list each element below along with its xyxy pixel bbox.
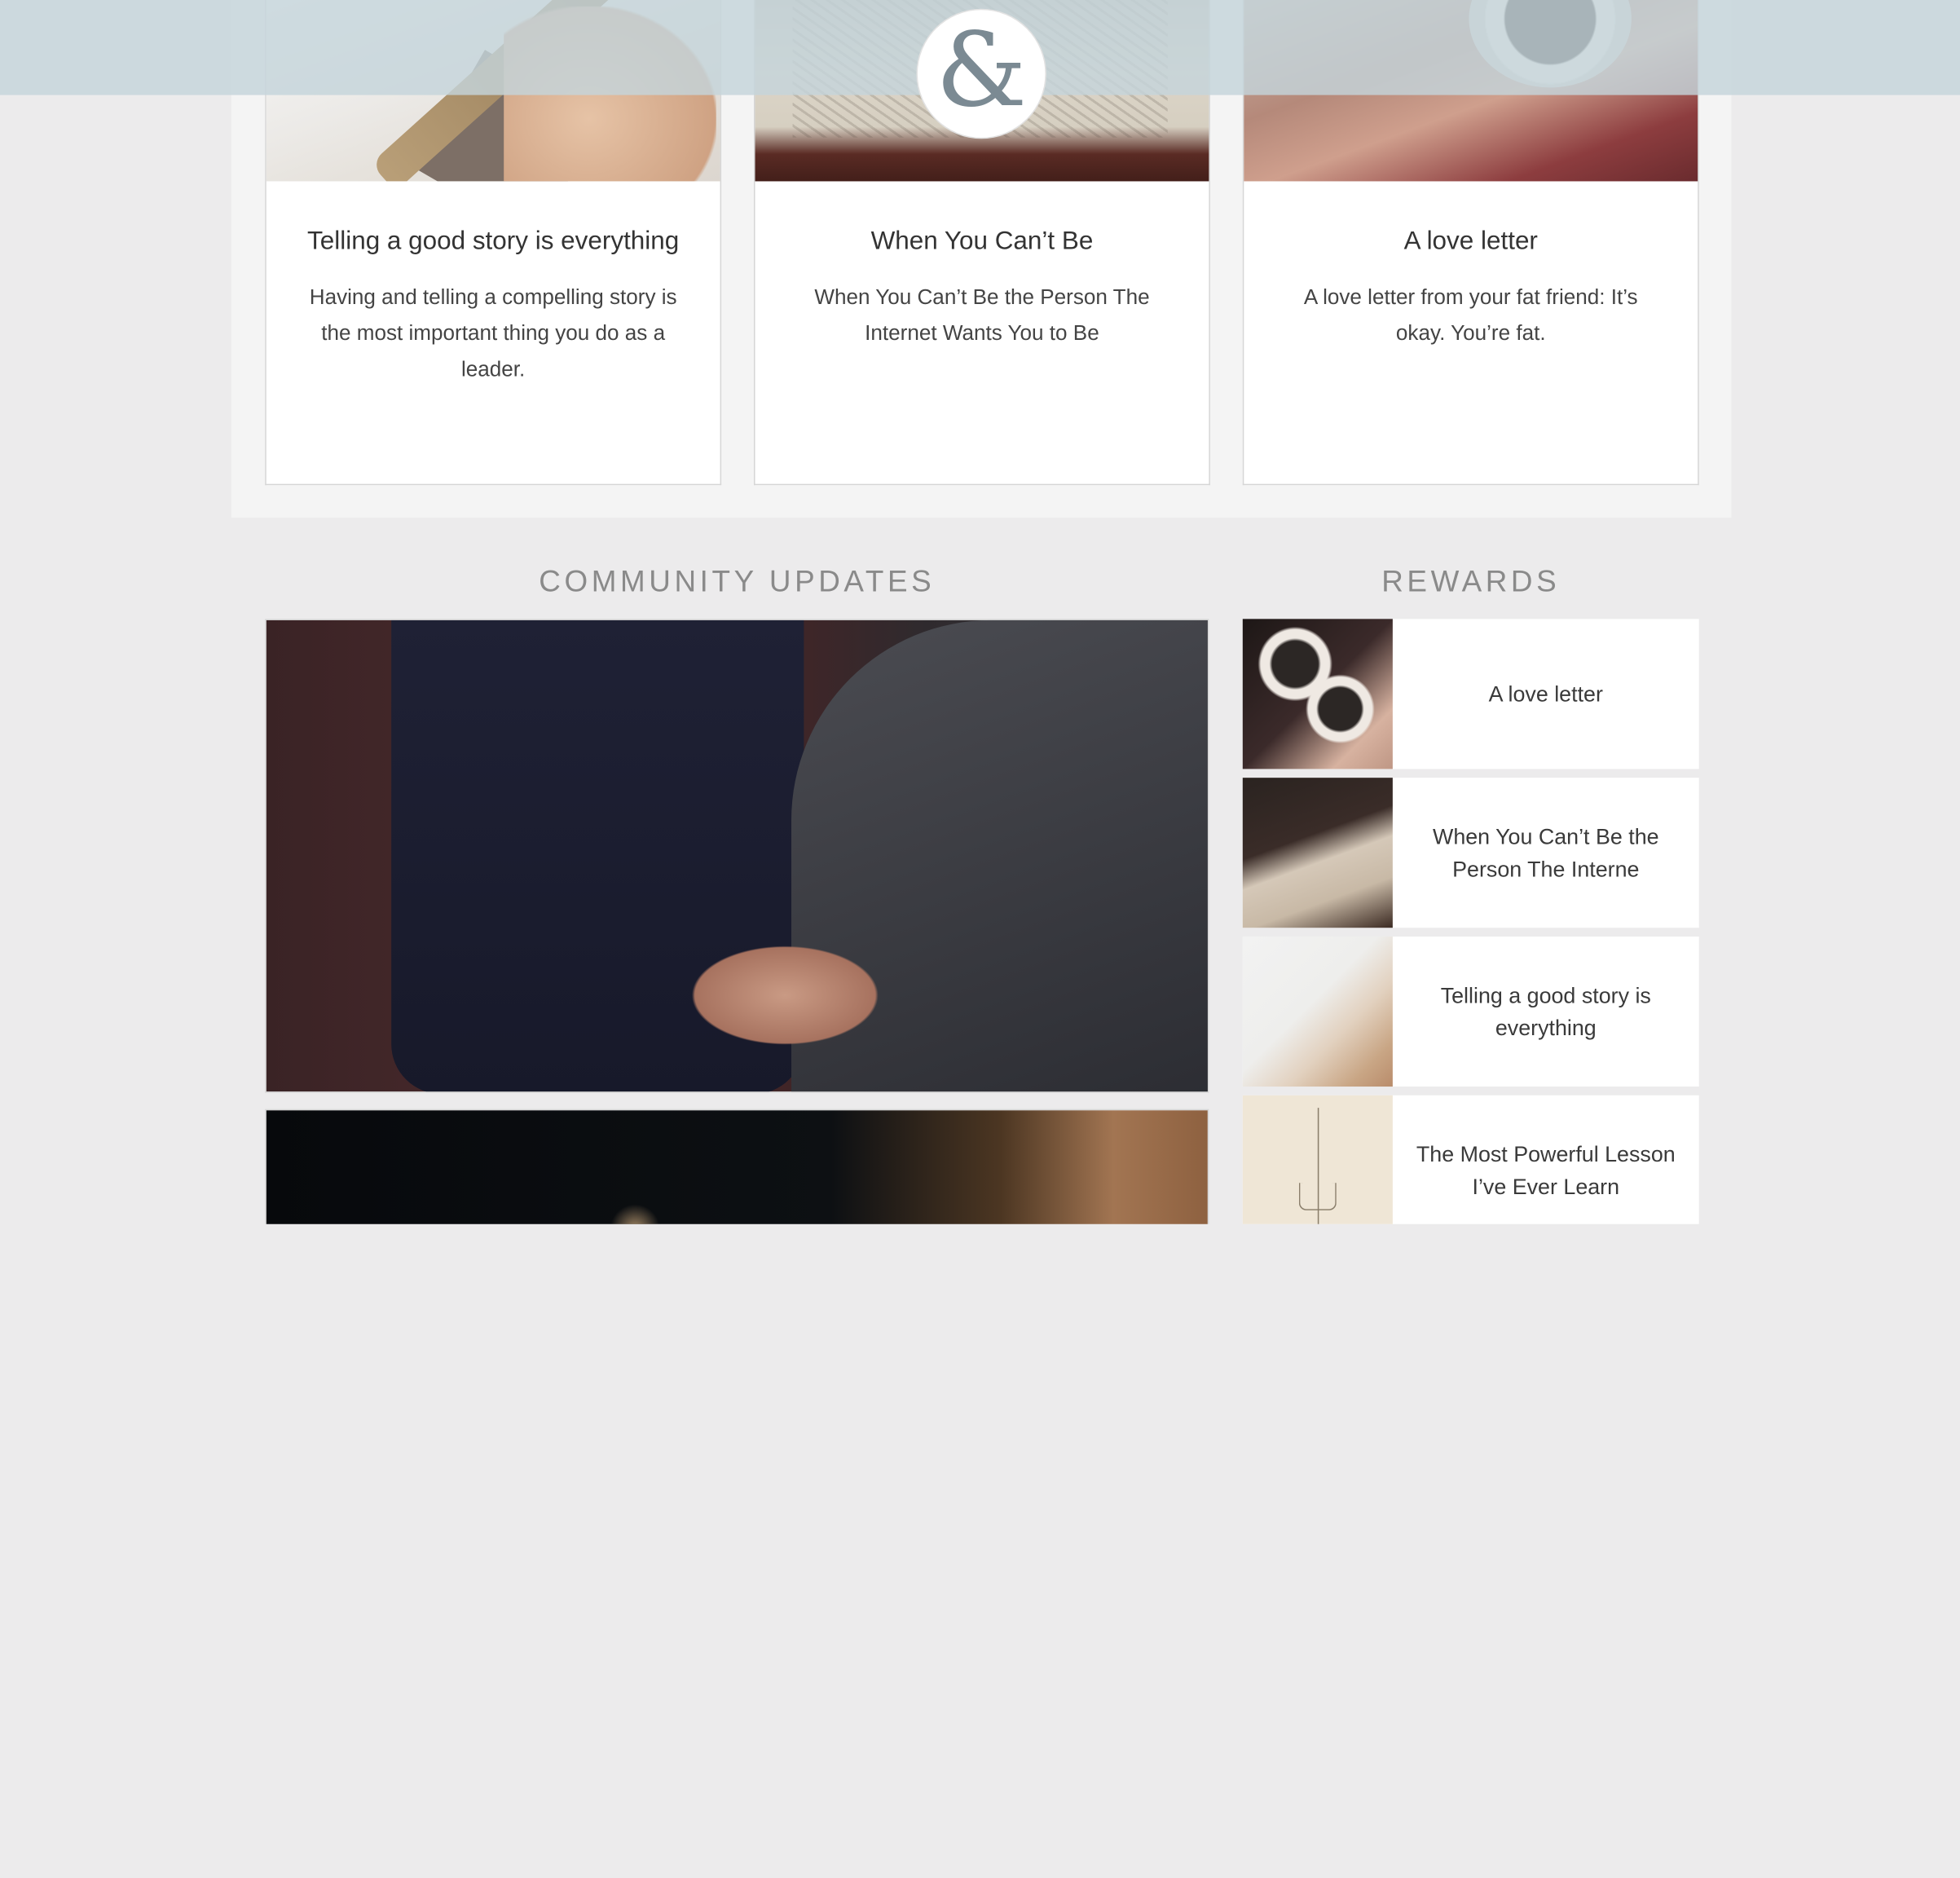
reward-label[interactable]: A love letter [1393,619,1699,769]
post-excerpt: When You Can’t Be the Person The Interne… [814,284,1150,346]
reward-thumbnail[interactable] [1242,778,1393,928]
reward-item[interactable]: The Most Powerful Lesson I’ve Ever Learn [1242,1095,1699,1224]
post-excerpt: Having and telling a compelling story is… [309,284,677,381]
reward-thumbnail[interactable] [1242,619,1393,769]
post-title[interactable]: When You Can’t Be [755,227,1209,257]
site-logo[interactable]: & [917,10,1046,138]
reward-thumbnail[interactable] [1242,1095,1393,1224]
reward-label[interactable]: The Most Powerful Lesson I’ve Ever Learn [1393,1096,1699,1224]
community-updates-heading: COMMUNITY UPDATES [539,565,936,599]
post-title[interactable]: Telling a good story is everything [266,227,720,257]
page: Telling a good story is everything Havin… [0,0,1960,1224]
post-title[interactable]: A love letter [1244,227,1698,257]
reward-label[interactable]: Telling a good story is everything [1393,937,1699,1087]
rewards-heading: REWARDS [1381,565,1561,599]
reward-label[interactable]: When You Can’t Be the Person The Interne [1393,778,1699,928]
post-excerpt: A love letter from your fat friend: It’s… [1303,284,1638,346]
community-update-image[interactable] [265,619,1209,1093]
reward-item[interactable]: Telling a good story is everything [1242,936,1699,1087]
ampersand-logo-icon: & [936,11,1028,130]
reward-item[interactable]: A love letter [1242,619,1699,769]
reward-item[interactable]: When You Can’t Be the Person The Interne [1242,778,1699,928]
reward-thumbnail[interactable] [1242,936,1393,1087]
community-update-image[interactable] [265,1109,1209,1224]
